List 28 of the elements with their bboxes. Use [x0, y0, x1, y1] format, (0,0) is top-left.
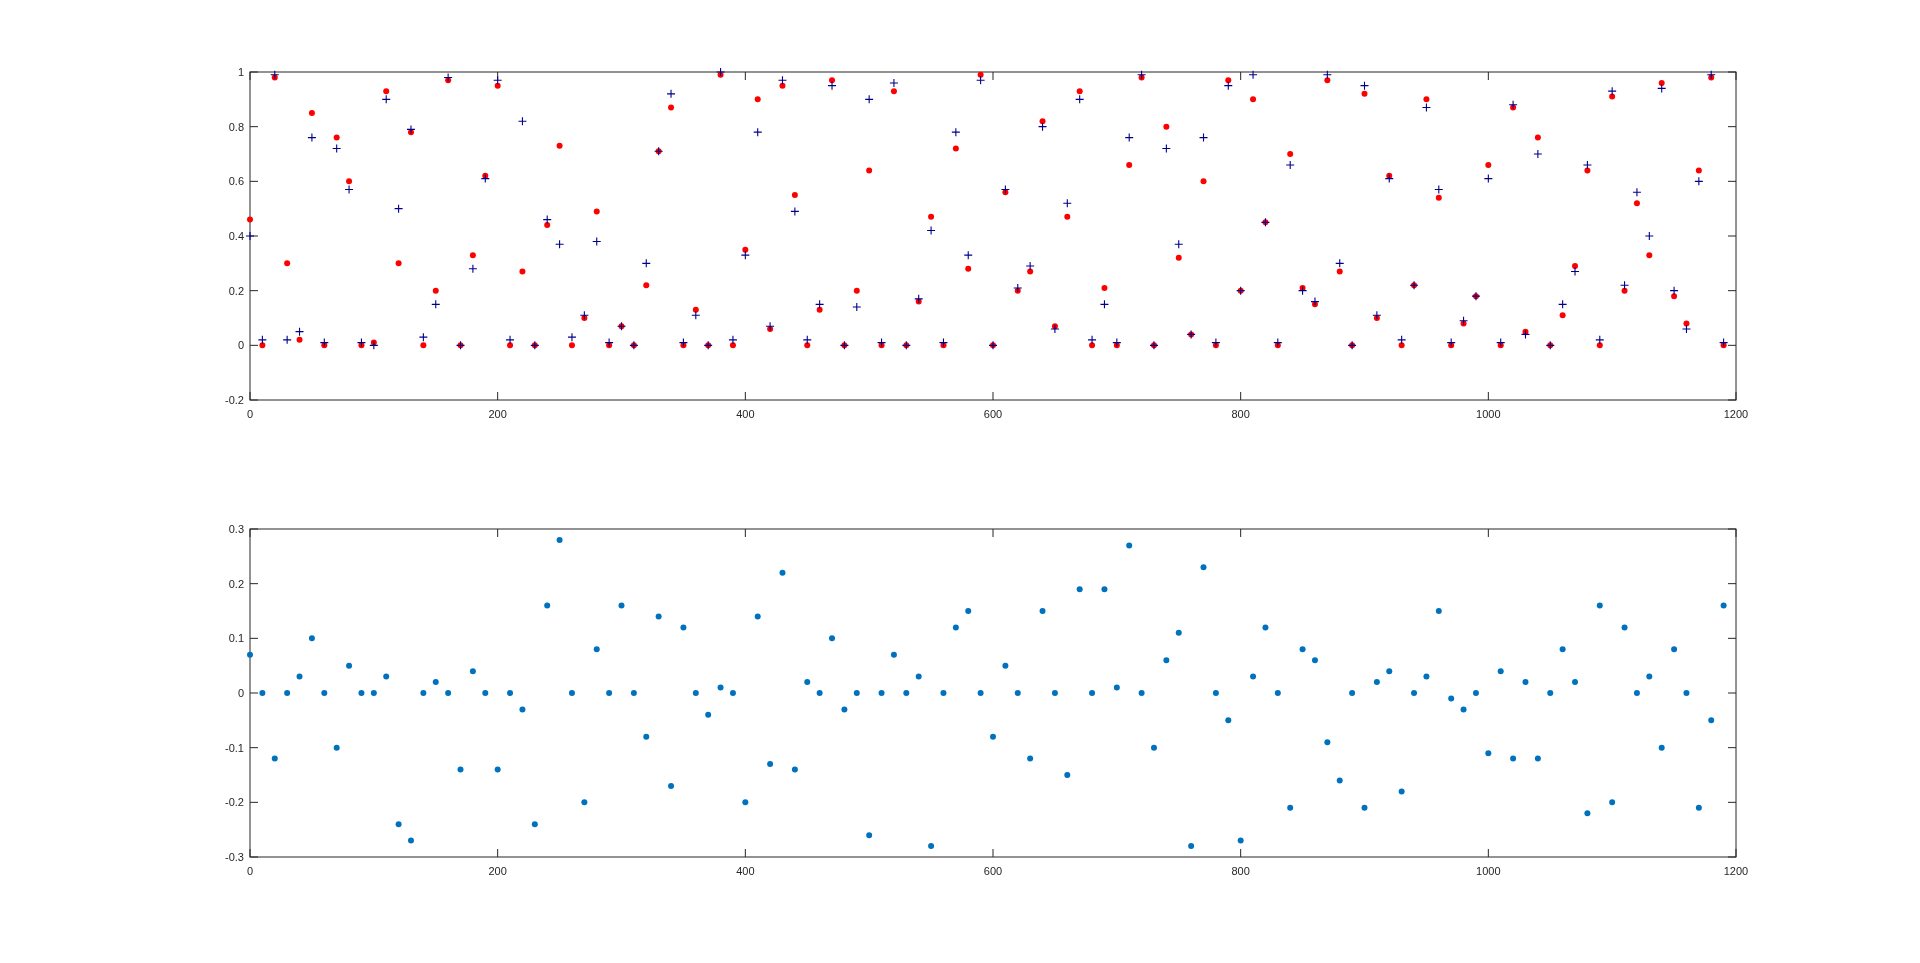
tick-label: 800: [1231, 408, 1250, 420]
tick-label: 0.4: [228, 230, 244, 242]
tick-label: 0.3: [228, 523, 244, 535]
tick-label: 200: [488, 408, 507, 420]
tick-label: 0: [246, 865, 254, 877]
tick-label: 0.2: [228, 577, 244, 590]
tick-label: 0.2: [228, 284, 244, 297]
tick-label: -0.2: [225, 394, 244, 406]
tick-label: 0: [246, 408, 254, 420]
tick-label: 400: [736, 865, 755, 877]
tick-label: 200: [488, 865, 507, 877]
tick-label: 1000: [1476, 865, 1501, 877]
tick-label: 600: [983, 408, 1003, 420]
tick-label: 600: [983, 865, 1003, 877]
tick-label: 0.6: [228, 175, 244, 188]
tick-label: 1000: [1476, 408, 1501, 420]
tick-label: -0.3: [225, 851, 244, 863]
tick-label: -0.2: [225, 796, 244, 809]
tick-label: 0: [237, 687, 244, 699]
tick-label: 1200: [1723, 865, 1749, 877]
tick-label: 400: [736, 408, 755, 420]
tick-label: 1: [237, 66, 244, 78]
tick-label: 0.8: [228, 120, 244, 133]
tick-label: 800: [1231, 865, 1250, 877]
tick-label: 1200: [1723, 408, 1749, 420]
tick-label: 0: [237, 339, 244, 352]
tick-label: -0.1: [225, 741, 244, 754]
tick-label: 0.1: [228, 632, 244, 645]
